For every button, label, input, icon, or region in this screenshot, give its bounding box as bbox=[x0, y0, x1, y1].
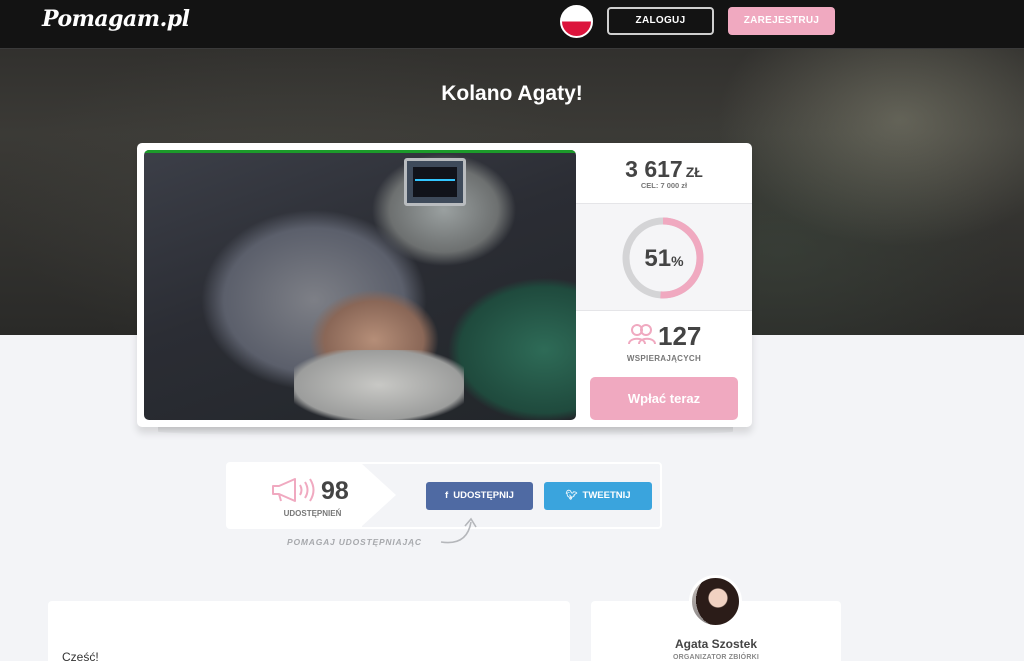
login-button[interactable]: ZALOGUJ bbox=[607, 7, 714, 35]
site-logo[interactable]: Pomagam.pl bbox=[42, 6, 190, 32]
facebook-icon: f bbox=[445, 490, 449, 501]
facebook-share-label: UDOSTĘPNIJ bbox=[453, 490, 514, 501]
campaign-goal: CEL: 7 000 zł bbox=[640, 181, 688, 190]
amount-raised: 3 617 bbox=[625, 156, 683, 182]
card-shadow bbox=[158, 427, 733, 436]
share-count-label: UDOSTĘPNIEŃ bbox=[283, 509, 342, 518]
supporters-box: 127 WSPIERAJĄCYCH bbox=[576, 311, 752, 371]
amount-currency: ZŁ bbox=[685, 164, 703, 180]
twitter-share-label: TWEETNIJ bbox=[582, 490, 631, 501]
twitter-share-button[interactable]: 🐦︎ TWEETNIJ bbox=[544, 482, 652, 510]
twitter-bird-icon: 🐦︎ bbox=[565, 490, 578, 501]
top-navigation-bar: Pomagam.pl ZALOGUJ ZAREJESTRUJ bbox=[0, 0, 1024, 49]
story-greeting: Cześć! bbox=[62, 650, 99, 661]
progress-percent-value: 51 bbox=[644, 245, 672, 272]
story-card bbox=[48, 601, 570, 661]
campaign-photo bbox=[144, 150, 576, 420]
organizer-name[interactable]: Agata Szostek bbox=[591, 637, 841, 651]
supporters-icon bbox=[628, 324, 656, 345]
share-hint-text: POMAGAJ UDOSTĘPNIAJĄC bbox=[287, 537, 422, 547]
donate-now-button[interactable]: Wpłać teraz bbox=[590, 377, 738, 420]
campaign-title: Kolano Agaty! bbox=[441, 82, 583, 105]
progress-percent-unit: % bbox=[671, 253, 684, 269]
organizer-avatar[interactable] bbox=[689, 575, 742, 628]
organizer-role: ORGANIZATOR ZBIÓRKI bbox=[673, 654, 759, 661]
supporters-label: WSPIERAJĄCYCH bbox=[626, 354, 702, 363]
share-count: 98 bbox=[321, 477, 349, 505]
progress-box: 51% bbox=[576, 203, 752, 311]
medical-monitor bbox=[404, 158, 466, 206]
amount-raised-box: 3 617 ZŁ CEL: 7 000 zł bbox=[576, 143, 752, 203]
megaphone-icon bbox=[272, 478, 315, 502]
facebook-share-button[interactable]: f UDOSTĘPNIJ bbox=[426, 482, 533, 510]
curved-arrow-icon bbox=[440, 517, 477, 544]
register-button[interactable]: ZAREJESTRUJ bbox=[728, 7, 835, 35]
supporters-count: 127 bbox=[658, 321, 702, 351]
poland-flag-icon[interactable] bbox=[560, 5, 593, 38]
